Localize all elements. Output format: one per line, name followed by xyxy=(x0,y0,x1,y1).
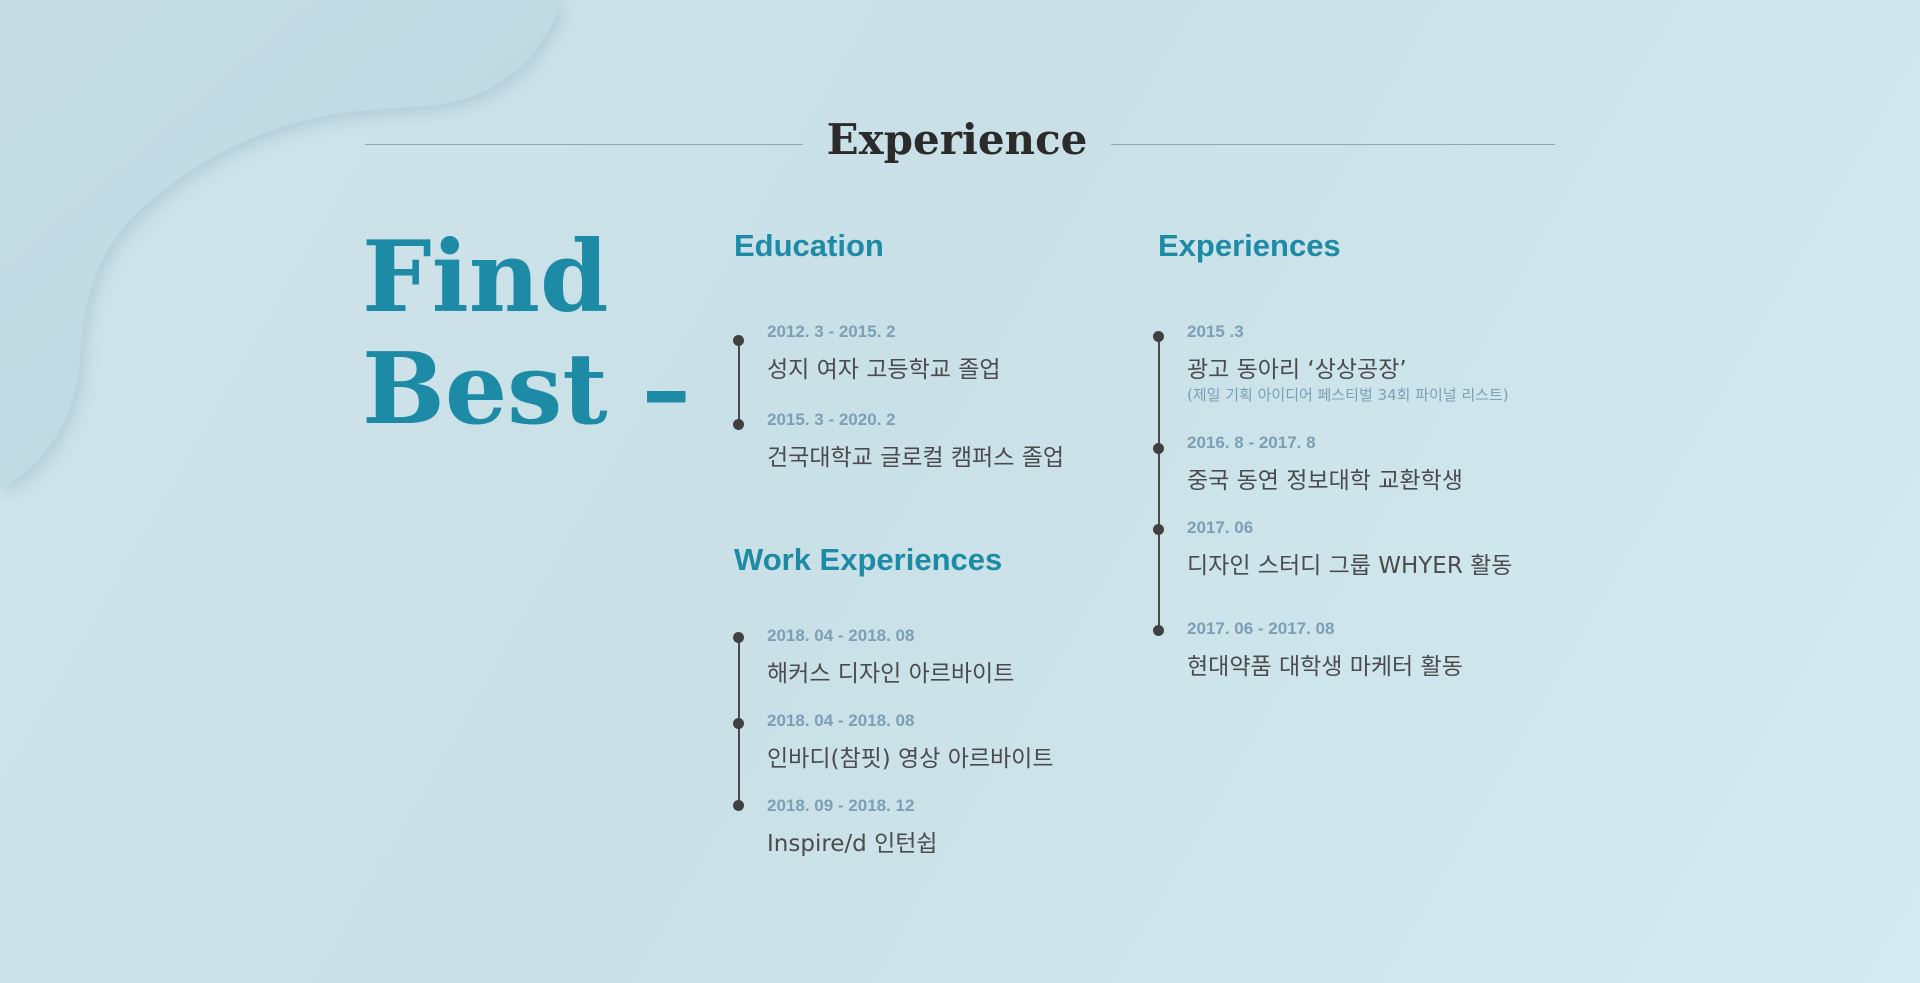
timeline-text: 현대약품 대학생 마케터 활동 xyxy=(1187,654,1463,680)
page-title: Experience xyxy=(826,115,1088,164)
timeline-date: 2012. 3 - 2015. 2 xyxy=(767,322,896,341)
header-divider-left xyxy=(365,144,803,145)
hero-line-1: Find xyxy=(362,220,609,335)
hero-line-2: Best – xyxy=(362,332,691,447)
timeline-text: Inspire/d 인턴쉽 xyxy=(767,831,938,857)
timeline-text: 중국 동연 정보대학 교환학생 xyxy=(1187,468,1463,494)
section-header: Experience xyxy=(365,110,1555,170)
timeline-line xyxy=(1158,336,1160,631)
timeline-dot xyxy=(1153,331,1164,342)
work-experiences-title: Work Experiences xyxy=(734,542,1003,577)
experiences-title: Experiences xyxy=(1158,228,1341,263)
timeline-date: 2018. 04 - 2018. 08 xyxy=(767,711,915,730)
timeline-dot xyxy=(733,632,744,643)
timeline-dot xyxy=(1153,524,1164,535)
timeline-line xyxy=(738,341,740,425)
timeline-dot xyxy=(733,800,744,811)
header-divider-right xyxy=(1111,144,1555,145)
timeline-text: 광고 동아리 ‘상상공장’ xyxy=(1187,357,1407,383)
timeline-text: 건국대학교 글로컬 캠퍼스 졸업 xyxy=(767,445,1065,471)
timeline-dot xyxy=(733,335,744,346)
timeline-date: 2018. 09 - 2018. 12 xyxy=(767,796,915,815)
timeline-text: 성지 여자 고등학교 졸업 xyxy=(767,357,1001,383)
timeline-dot xyxy=(733,718,744,729)
timeline-date: 2017. 06 xyxy=(1187,518,1254,537)
timeline-dot xyxy=(733,419,744,430)
timeline-text: 디자인 스터디 그룹 WHYER 활동 xyxy=(1187,553,1513,579)
timeline-text: 해커스 디자인 아르바이트 xyxy=(767,661,1015,687)
timeline-dot xyxy=(1153,625,1164,636)
timeline-date: 2015. 3 - 2020. 2 xyxy=(767,410,896,429)
timeline-date: 2017. 06 - 2017. 08 xyxy=(1187,619,1335,638)
timeline-dot xyxy=(1153,443,1164,454)
timeline-date: 2015 .3 xyxy=(1187,322,1244,341)
education-title: Education xyxy=(734,228,884,263)
timeline-date: 2018. 04 - 2018. 08 xyxy=(767,626,915,645)
timeline-note: (제일 기획 아이디어 페스티벌 34회 파이널 리스트) xyxy=(1187,386,1509,404)
timeline-text: 인바디(참핏) 영상 아르바이트 xyxy=(767,746,1054,772)
hero-heading: Find Best – xyxy=(362,222,691,446)
timeline-date: 2016. 8 - 2017. 8 xyxy=(1187,433,1316,452)
